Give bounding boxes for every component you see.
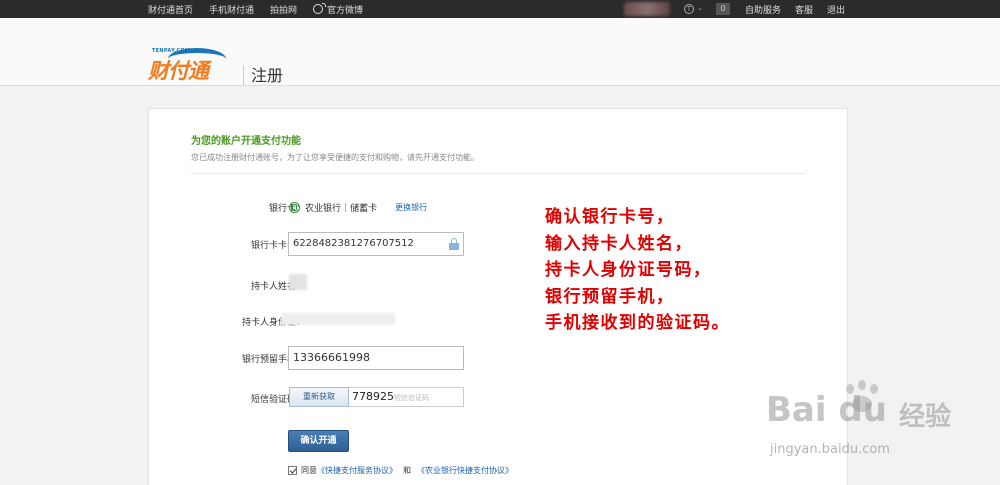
holder-id-redacted [281,313,395,325]
nav-logout[interactable]: 退出 [827,3,845,16]
confirm-activate-button[interactable]: 确认开通 [288,430,349,452]
phone-value: 13366661998 [293,351,370,364]
nav-paipai[interactable]: 拍拍网 [270,3,297,16]
annotation-line: 确认银行卡号， [545,207,675,227]
phone-input[interactable]: 13366661998 [288,346,464,370]
resend-sms-button[interactable]: 重新获取 [289,387,349,407]
logo-brand-text: 财付通 [148,59,209,83]
card-number-input[interactable]: 6228482381276707512 [288,232,464,256]
bank-separator: | [344,202,348,213]
tenpay-t-icon[interactable]: T [684,4,694,14]
quick-pay-agreement-link[interactable]: 《快捷支付服务协议》 [317,465,397,476]
message-count-badge[interactable]: 0 [716,3,730,15]
nav-tenpay-home[interactable]: 财付通首页 [148,3,193,16]
sms-code-value: 778925 [352,390,394,403]
watermark-product: 经验 [899,402,952,432]
holder-name-redacted [289,274,307,290]
header-divider [243,66,244,86]
baidu-jingyan-watermark: Bai du 经验 jingyan.baidu.com [766,380,996,480]
annotation-line: 银行预留手机， [545,286,675,307]
nav-customer-service[interactable]: 客服 [795,3,813,16]
section-title: 为您的账户开通支付功能 [191,136,301,147]
nav-official-weibo[interactable]: 官方微博 [313,3,363,16]
watermark-brand: Bai du [766,390,887,430]
sms-code-placeholder: 短信验证码 [394,394,429,402]
nav-mobile-tenpay[interactable]: 手机财付通 [209,3,254,16]
nav-official-weibo-label: 官方微博 [327,5,364,16]
agreement-row: 同意 《快捷支付服务协议》 和 《农业银行快捷支付协议》 [288,465,513,476]
top-nav-bar: 财付通首页 手机财付通 拍拍网 官方微博 T ⌄ 0 自助服务 客服 退出 [0,0,1000,18]
annotation-line: 输入持卡人姓名， [545,233,693,254]
logo-small-text: TENPAY.COM [152,48,191,54]
instruction-annotation: 确认银行卡号， 输入持卡人姓名， 持卡人身份证号码， 银行预留手机， 手机接收到… [545,204,730,337]
agree-prefix: 同意 [301,466,317,475]
card-type: 储蓄卡 [350,204,378,214]
page-header: TENPAY.COM 财付通 注册 [0,18,1000,86]
page-title: 注册 [251,66,284,85]
top-right-links: 自助服务 客服 退出 [745,0,859,18]
abc-quick-pay-agreement-link[interactable]: 《农业银行快捷支付协议》 [417,465,513,476]
top-nav-links: 财付通首页 手机财付通 拍拍网 官方微博 [148,0,379,18]
sms-code-input[interactable]: 778925短信验证码 [349,387,464,407]
annotation-line: 持卡人身份证号码， [545,260,712,280]
change-bank-link[interactable]: 更换银行 [395,202,427,213]
agree-and: 和 [403,466,411,475]
watermark-url: jingyan.baidu.com [770,442,890,457]
agree-checkbox[interactable] [288,466,297,475]
chevron-down-icon[interactable]: ⌄ [697,4,703,12]
nav-self-service[interactable]: 自助服务 [745,3,781,16]
section-divider [191,173,805,174]
selected-bank: 农业银行 | 储蓄卡 更换银行 [289,201,427,214]
registration-panel: 为您的账户开通支付功能 您已成功注册财付通账号，为了让您享受便捷的支付和购物，请… [148,108,848,485]
abc-bank-icon [289,202,300,213]
weibo-icon [313,3,327,14]
username-redacted[interactable] [624,2,670,16]
card-number-value: 6228482381276707512 [293,238,414,249]
tenpay-logo[interactable]: TENPAY.COM 财付通 [148,44,240,83]
annotation-line: 手机接收到的验证码。 [545,313,730,333]
lock-icon [449,238,459,250]
section-subtitle: 您已成功注册财付通账号，为了让您享受便捷的支付和购物，请先开通支付功能。 [191,153,479,162]
bank-name: 农业银行 [305,204,342,214]
